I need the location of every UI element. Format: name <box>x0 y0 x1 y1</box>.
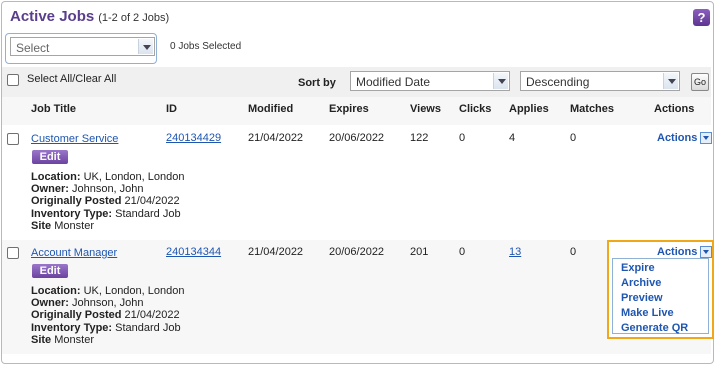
posted-label: Originally Posted <box>31 195 122 208</box>
jobs-count: (1-2 of 2 Jobs) <box>98 12 170 24</box>
row-checkbox[interactable] <box>7 133 19 145</box>
col-job-title[interactable]: Job Title <box>31 103 76 115</box>
actions-menu: Expire Archive Preview Make Live Generat… <box>612 258 709 334</box>
bulk-action-value: Select <box>16 41 50 55</box>
posted-label: Originally Posted <box>31 309 122 322</box>
applies-count: 4 <box>509 132 516 144</box>
menu-item-expire[interactable]: Expire <box>621 262 655 274</box>
expires-date: 20/06/2022 <box>329 246 385 258</box>
modified-date: 21/04/2022 <box>248 132 304 144</box>
help-icon[interactable]: ? <box>693 9 710 26</box>
site-value: Monster <box>54 219 94 232</box>
go-button[interactable]: Go <box>691 73 709 91</box>
views-count: 122 <box>410 132 429 144</box>
col-matches[interactable]: Matches <box>570 103 614 115</box>
chevron-down-icon <box>663 73 678 89</box>
job-title-link[interactable]: Customer Service <box>31 133 118 145</box>
modified-date: 21/04/2022 <box>248 246 304 258</box>
actions-menu-highlight: Actions Expire Archive Preview Make Live… <box>607 240 714 339</box>
col-applies[interactable]: Applies <box>509 103 549 115</box>
location-value: UK, London, London <box>83 285 185 297</box>
chevron-down-icon <box>493 73 508 89</box>
posted-value: 21/04/2022 <box>124 309 180 322</box>
edit-button[interactable]: Edit <box>32 150 68 164</box>
job-details: Location: UK, London, London Owner: John… <box>31 171 184 232</box>
site-label: Site <box>31 333 52 346</box>
select-all-label[interactable]: Select All/Clear All <box>27 73 116 85</box>
job-details: Location: UK, London, London Owner: John… <box>31 285 184 346</box>
bulk-action-select[interactable]: Select <box>10 37 155 56</box>
owner-label: Owner: <box>31 297 69 310</box>
chevron-down-icon[interactable] <box>700 132 712 144</box>
location-label: Location: <box>31 171 81 183</box>
posted-value: 21/04/2022 <box>124 195 180 208</box>
inventory-label: Inventory Type: <box>31 321 113 334</box>
col-actions: Actions <box>654 103 695 115</box>
owner-label: Owner: <box>31 183 69 196</box>
page-title: Active Jobs (1-2 of 2 Jobs) <box>10 8 169 25</box>
menu-item-generate-qr[interactable]: Generate QR <box>621 322 688 334</box>
owner-value: Johnson, John <box>71 183 144 196</box>
col-clicks[interactable]: Clicks <box>459 103 491 115</box>
row-checkbox[interactable] <box>7 247 19 259</box>
col-views[interactable]: Views <box>410 103 441 115</box>
job-id-link[interactable]: 240134344 <box>166 246 221 258</box>
site-value: Monster <box>54 333 94 346</box>
edit-button[interactable]: Edit <box>32 264 68 278</box>
location-value: UK, London, London <box>83 171 185 183</box>
col-id[interactable]: ID <box>166 103 177 115</box>
menu-item-archive[interactable]: Archive <box>621 277 661 289</box>
col-expires[interactable]: Expires <box>329 103 369 115</box>
inventory-label: Inventory Type: <box>31 207 113 220</box>
location-label: Location: <box>31 285 81 297</box>
jobs-selected-count: 0 Jobs Selected <box>170 41 242 52</box>
sort-field-value: Modified Date <box>356 75 431 89</box>
select-all-checkbox[interactable] <box>7 74 19 86</box>
col-modified[interactable]: Modified <box>248 103 293 115</box>
job-title-link[interactable]: Account Manager <box>31 247 117 259</box>
inventory-value: Standard Job <box>115 321 181 334</box>
expires-date: 20/06/2022 <box>329 132 385 144</box>
views-count: 201 <box>410 246 429 258</box>
menu-item-preview[interactable]: Preview <box>621 292 663 304</box>
matches-count: 0 <box>570 246 577 258</box>
matches-count: 0 <box>570 132 577 144</box>
sort-by-label: Sort by <box>298 77 336 89</box>
menu-item-make-live[interactable]: Make Live <box>621 307 674 319</box>
sort-field-select[interactable]: Modified Date <box>350 71 510 91</box>
site-label: Site <box>31 219 52 232</box>
sort-order-select[interactable]: Descending <box>520 71 680 91</box>
clicks-count: 0 <box>459 246 466 258</box>
actions-button[interactable]: Actions <box>657 246 697 258</box>
chevron-down-icon[interactable] <box>700 246 712 258</box>
owner-value: Johnson, John <box>71 297 144 310</box>
job-id-link[interactable]: 240134429 <box>166 132 221 144</box>
sort-order-value: Descending <box>526 75 590 89</box>
actions-button[interactable]: Actions <box>657 132 697 144</box>
inventory-value: Standard Job <box>115 207 181 220</box>
clicks-count: 0 <box>459 132 466 144</box>
chevron-down-icon <box>138 39 153 54</box>
applies-link[interactable]: 13 <box>509 246 521 258</box>
page-title-text: Active Jobs <box>10 8 95 25</box>
